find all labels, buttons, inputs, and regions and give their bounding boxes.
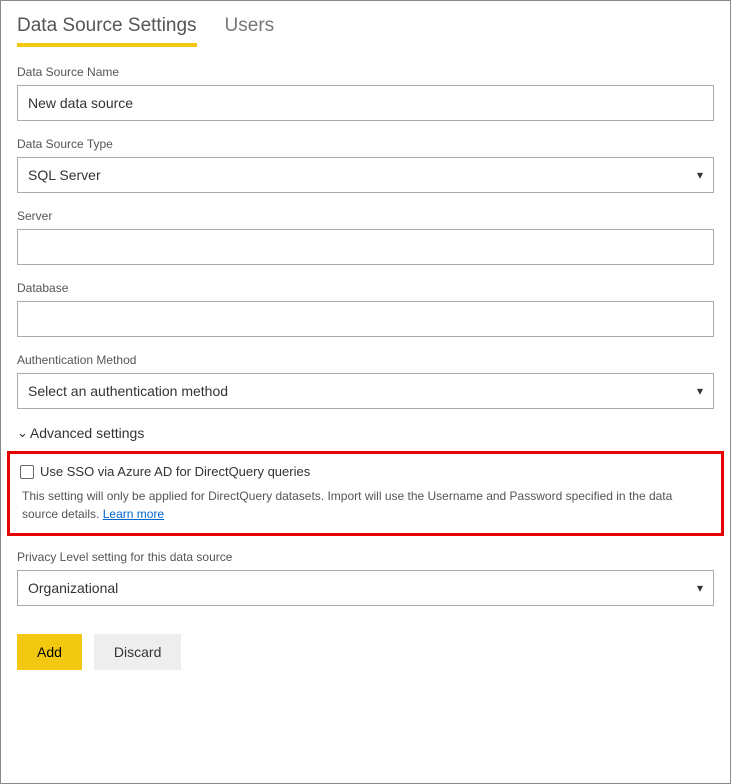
field-authentication-method: Authentication Method Select an authenti… [17, 353, 714, 409]
chevron-down-icon: ⌄ [17, 425, 28, 441]
sso-highlight-box: Use SSO via Azure AD for DirectQuery que… [7, 451, 724, 536]
label-authentication-method: Authentication Method [17, 353, 714, 367]
tab-bar: Data Source Settings Users [17, 11, 714, 47]
advanced-settings-toggle[interactable]: ⌄ Advanced settings [17, 425, 714, 441]
label-database: Database [17, 281, 714, 295]
input-database[interactable] [17, 301, 714, 337]
label-data-source-type: Data Source Type [17, 137, 714, 151]
label-sso-azure-ad: Use SSO via Azure AD for DirectQuery que… [40, 464, 310, 479]
select-privacy-level[interactable]: Organizational ▾ [17, 570, 714, 606]
advanced-settings-label: Advanced settings [30, 425, 144, 441]
select-data-source-type[interactable]: SQL Server ▾ [17, 157, 714, 193]
label-server: Server [17, 209, 714, 223]
field-privacy-level: Privacy Level setting for this data sour… [17, 550, 714, 606]
select-value-privacy-level: Organizational [28, 580, 118, 596]
field-data-source-name: Data Source Name [17, 65, 714, 121]
label-privacy-level: Privacy Level setting for this data sour… [17, 550, 714, 564]
add-button[interactable]: Add [17, 634, 82, 670]
field-server: Server [17, 209, 714, 265]
tab-users[interactable]: Users [225, 11, 275, 47]
checkbox-sso-azure-ad[interactable] [20, 465, 34, 479]
discard-button[interactable]: Discard [94, 634, 181, 670]
sso-helper-text: This setting will only be applied for Di… [20, 487, 711, 523]
button-row: Add Discard [17, 634, 714, 670]
chevron-down-icon: ▾ [697, 168, 703, 182]
select-authentication-method[interactable]: Select an authentication method ▾ [17, 373, 714, 409]
field-data-source-type: Data Source Type SQL Server ▾ [17, 137, 714, 193]
learn-more-link[interactable]: Learn more [103, 507, 164, 521]
label-data-source-name: Data Source Name [17, 65, 714, 79]
tab-data-source-settings[interactable]: Data Source Settings [17, 11, 197, 47]
input-data-source-name[interactable] [17, 85, 714, 121]
field-database: Database [17, 281, 714, 337]
chevron-down-icon: ▾ [697, 384, 703, 398]
chevron-down-icon: ▾ [697, 581, 703, 595]
select-value-authentication-method: Select an authentication method [28, 383, 228, 399]
input-server[interactable] [17, 229, 714, 265]
sso-checkbox-row: Use SSO via Azure AD for DirectQuery que… [20, 464, 711, 479]
data-source-settings-panel: Data Source Settings Users Data Source N… [0, 0, 731, 784]
select-value-data-source-type: SQL Server [28, 167, 101, 183]
